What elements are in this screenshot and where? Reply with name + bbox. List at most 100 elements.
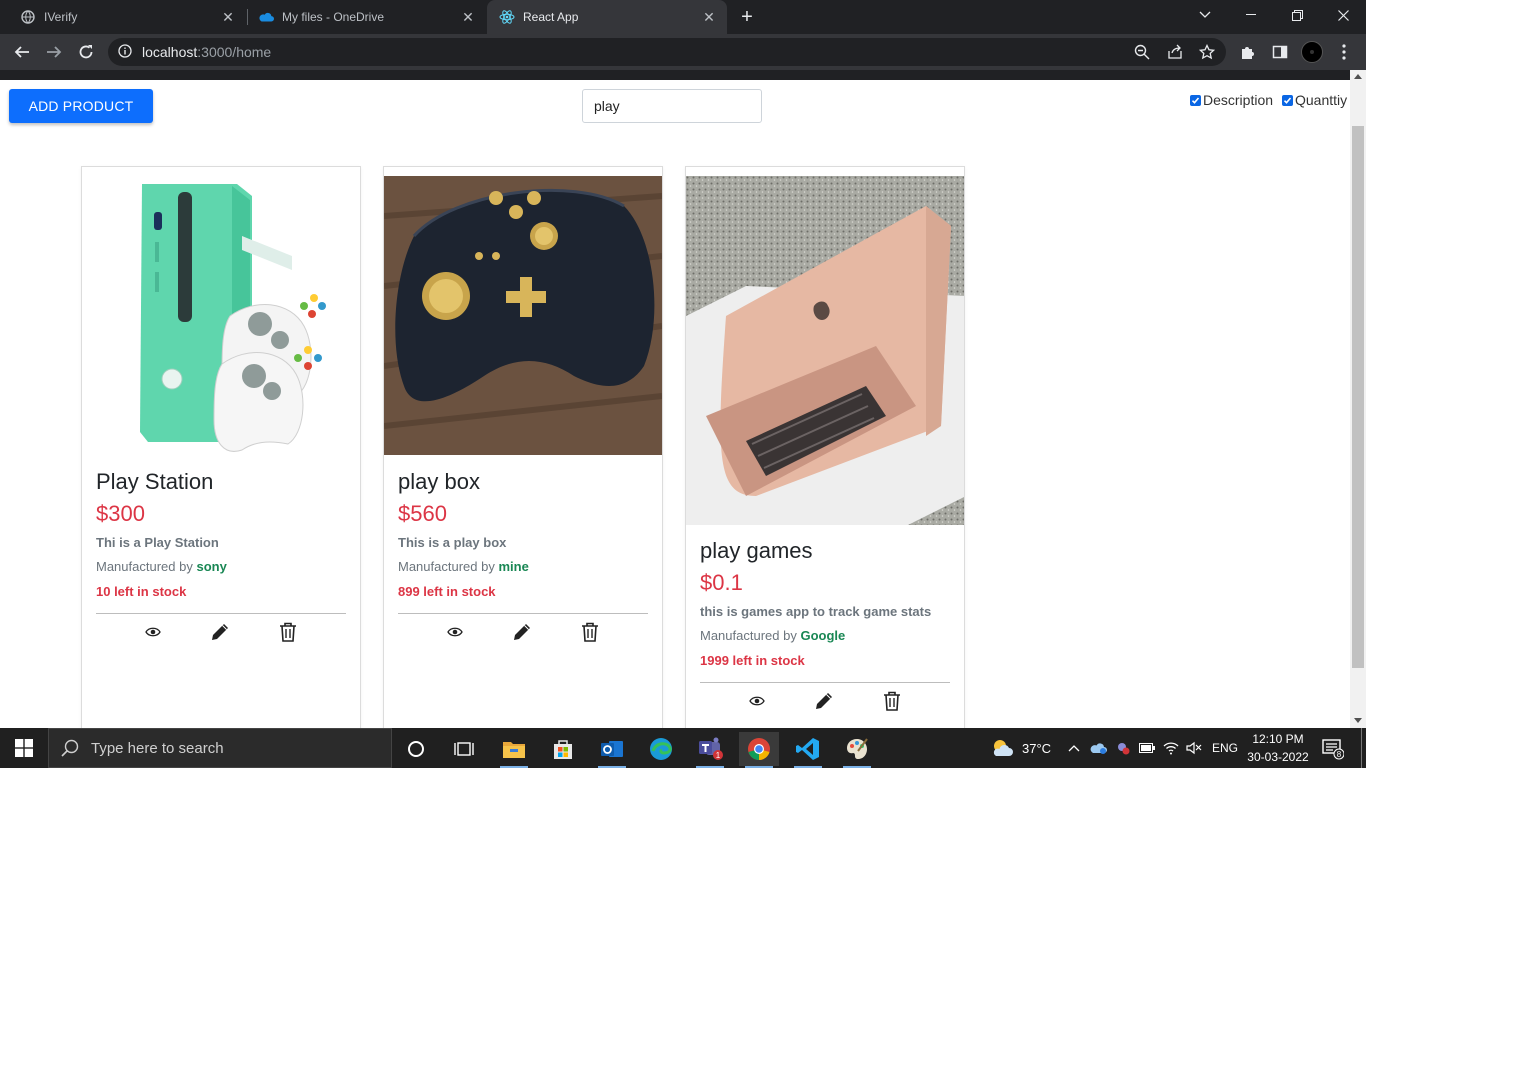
volume-muted-icon[interactable] [1186,728,1202,768]
clock-time: 12:10 PM [1252,732,1304,746]
scroll-thumb[interactable] [1352,126,1364,668]
minimize-button[interactable] [1228,0,1274,30]
page-viewport: ADD PRODUCT Description Quanttiy [0,80,1350,728]
close-tab-icon[interactable]: ✕ [220,9,236,25]
quantity-filter-checkbox[interactable]: Quanttiy [1282,92,1347,108]
manufacturer-name: sony [196,559,227,574]
share-icon[interactable] [1167,44,1183,65]
product-price: $0.1 [700,570,743,595]
notification-center-icon[interactable]: 8 [1322,738,1345,765]
teams-badge: 1 [716,751,721,760]
scroll-down-arrow-icon[interactable] [1354,718,1362,723]
product-description: Thi is a Play Station [96,535,219,550]
show-desktop-button[interactable] [1361,728,1362,768]
menu-dots-icon[interactable] [1330,38,1358,66]
search-icon [61,739,79,757]
zoom-icon[interactable] [1134,44,1150,65]
manufactured-by-label: Manufactured by [700,628,797,643]
tab-iverify[interactable]: IVerify ✕ [0,0,246,34]
close-tab-icon[interactable]: ✕ [701,9,717,25]
product-name: Play Station [96,469,214,494]
edge-browser-icon[interactable] [641,732,681,766]
tab-label: My files - OneDrive [282,10,385,24]
vscode-icon[interactable] [788,732,828,768]
close-window-button[interactable] [1320,0,1366,30]
forward-arrow-icon[interactable] [40,38,68,66]
view-eye-icon[interactable] [143,622,163,642]
product-image [82,176,360,455]
edit-pencil-icon[interactable] [210,622,230,642]
product-description: this is games app to track game stats [700,604,932,619]
teams-icon[interactable]: 1 [690,732,730,768]
add-product-button[interactable]: ADD PRODUCT [9,89,153,123]
product-description: This is a play box [398,535,507,550]
reload-icon[interactable] [72,38,100,66]
weather-temperature: 37°C [1022,740,1052,756]
card-actions [700,683,950,713]
input-language[interactable]: ENG [1212,728,1238,768]
page-scrollbar[interactable] [1350,70,1366,728]
outlook-icon[interactable] [592,732,632,768]
edit-pencil-icon[interactable] [814,691,834,711]
tab-onedrive[interactable]: My files - OneDrive ✕ [248,0,486,34]
windows-start-icon[interactable] [0,728,48,768]
notification-count: 8 [1337,750,1342,759]
manufactured-by-label: Manufactured by [398,559,495,574]
product-card: play games $0.1 this is games app to tra… [685,166,965,728]
onedrive-tray-icon[interactable] [1090,728,1108,768]
delete-trash-icon[interactable] [580,622,600,642]
product-image [686,176,964,525]
new-tab-button[interactable]: + [736,6,758,28]
browser-tabstrip: IVerify ✕ My files - OneDrive ✕ React Ap… [0,0,1366,34]
windows-taskbar: Type here to search 1 37°C ENG 12:10 PM … [0,728,1366,768]
product-name: play box [398,469,480,494]
tab-search-chevron-icon[interactable] [1182,0,1228,30]
extensions-puzzle-icon[interactable] [1234,38,1262,66]
battery-icon[interactable] [1139,728,1155,768]
description-filter-checkbox[interactable]: Description [1190,92,1273,108]
task-view-icon[interactable] [444,732,484,766]
teams-tray-icon[interactable] [1115,728,1131,768]
tab-label: React App [523,10,579,24]
search-input[interactable] [582,89,762,123]
wifi-icon[interactable] [1163,728,1179,768]
product-price: $300 [96,501,145,526]
product-card: Play Station $300 Thi is a Play Station … [81,166,361,728]
restore-button[interactable] [1274,0,1320,30]
site-info-icon[interactable] [118,44,132,63]
file-explorer-icon[interactable] [494,732,534,768]
screen: IVerify ✕ My files - OneDrive ✕ React Ap… [0,0,1366,768]
checkbox-checked-icon[interactable] [1282,94,1293,106]
microsoft-store-icon[interactable] [543,732,583,766]
address-bar[interactable]: localhost:3000/home [108,38,1226,66]
close-tab-icon[interactable]: ✕ [460,9,476,25]
show-hidden-icons-chevron-icon[interactable] [1068,728,1080,768]
delete-trash-icon[interactable] [278,622,298,642]
url-path: :3000/home [197,44,272,60]
description-filter-label: Description [1203,92,1274,108]
card-actions [96,614,346,644]
side-panel-icon[interactable] [1266,38,1294,66]
product-stock: 1999 left in stock [700,653,805,668]
weather-cloud-sun-icon [990,738,1014,758]
paint-icon[interactable] [837,732,877,768]
taskbar-search-box[interactable]: Type here to search [48,728,392,768]
weather-widget[interactable]: 37°C [990,728,1051,768]
chrome-icon[interactable] [739,732,779,768]
edit-pencil-icon[interactable] [512,622,532,642]
back-arrow-icon[interactable] [8,38,36,66]
manufactured-by-label: Manufactured by [96,559,193,574]
product-card-body: play box $560 This is a play box Manufac… [398,466,648,644]
view-eye-icon[interactable] [445,622,465,642]
url-host: localhost [142,44,198,60]
checkbox-checked-icon[interactable] [1190,94,1201,106]
system-clock[interactable]: 12:10 PM 30-03-2022 [1240,730,1316,766]
profile-avatar[interactable] [1298,38,1326,66]
bookmark-star-icon[interactable] [1198,43,1216,65]
scroll-up-arrow-icon[interactable] [1354,74,1362,79]
delete-trash-icon[interactable] [882,691,902,711]
view-eye-icon[interactable] [747,691,767,711]
tab-react-app[interactable]: React App ✕ [487,0,727,34]
cortana-icon[interactable] [396,732,436,766]
manufacturer-name: mine [498,559,529,574]
